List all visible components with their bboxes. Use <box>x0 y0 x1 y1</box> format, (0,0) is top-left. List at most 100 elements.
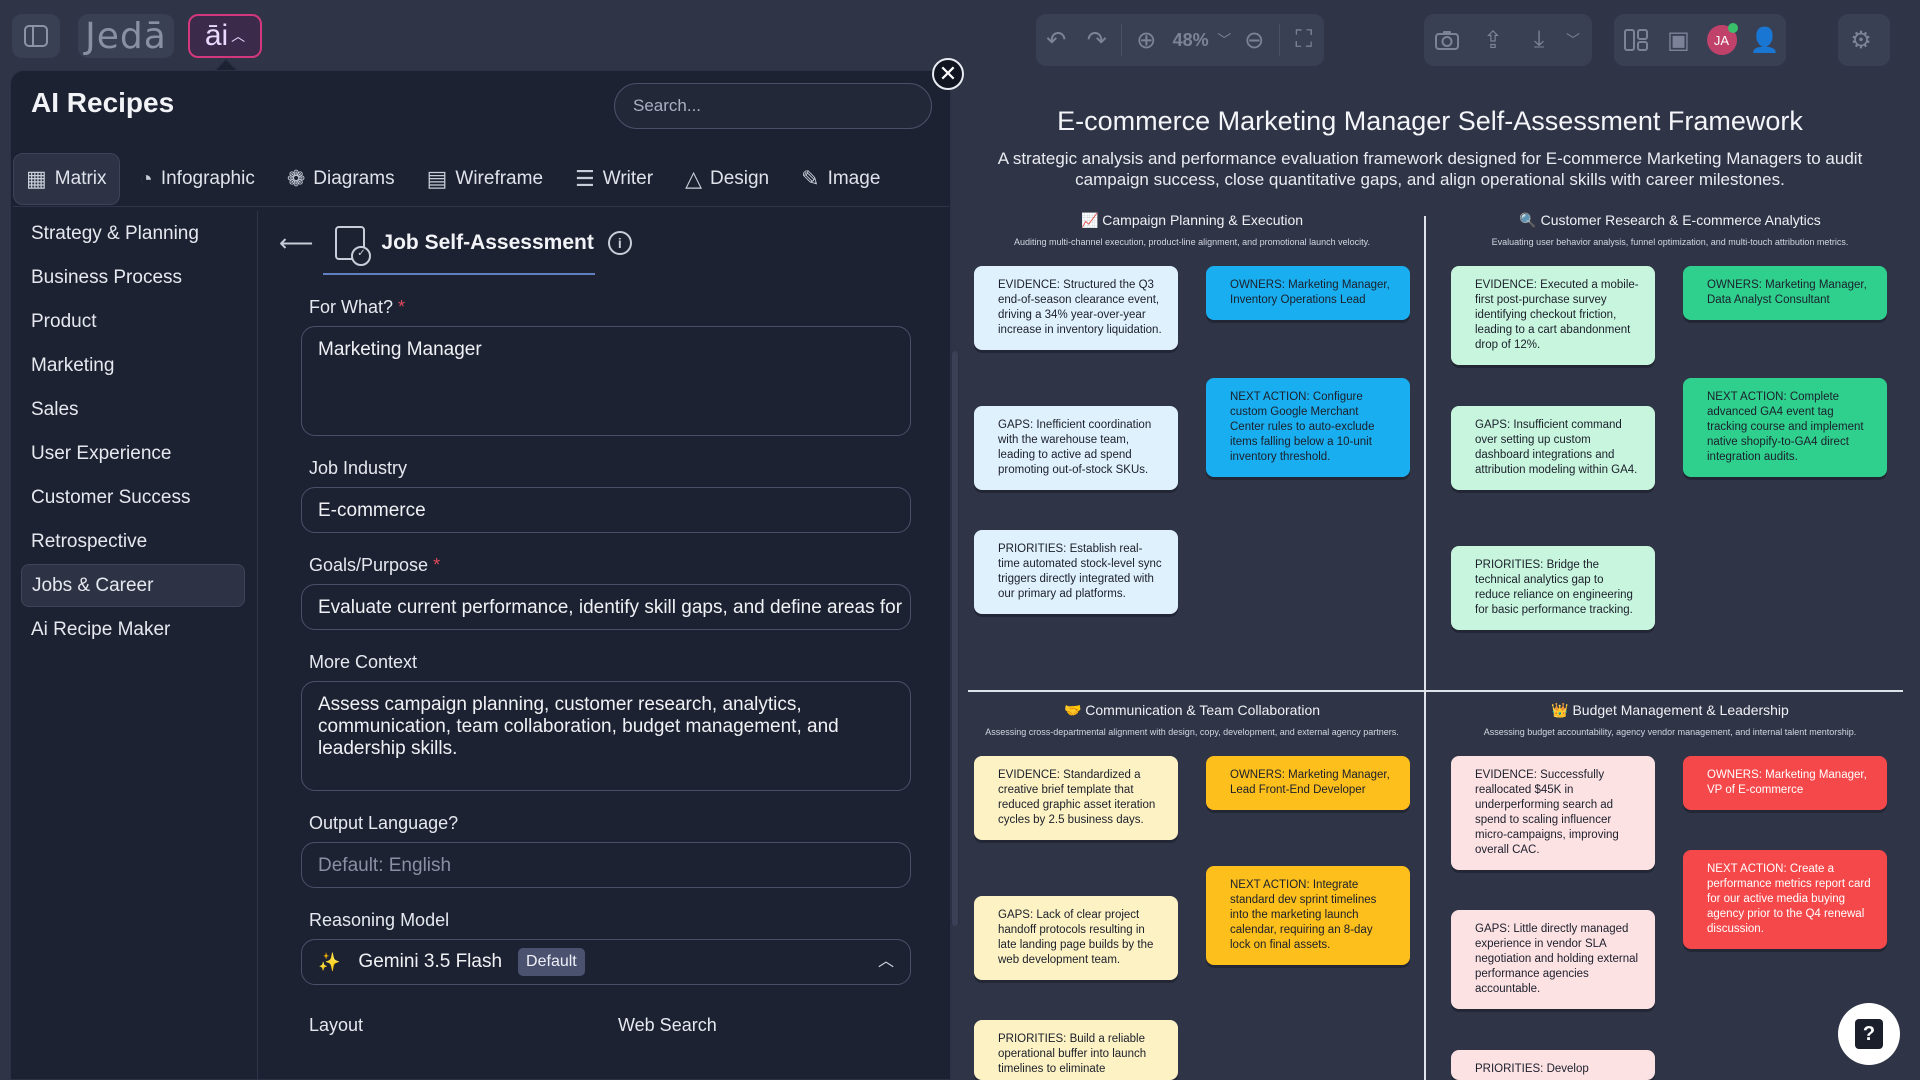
wireframe-icon: ▤ <box>426 165 448 191</box>
infographic-icon: ◔ <box>139 165 153 191</box>
sticky-note-priorities[interactable]: PRIORITIES: Build a reliable operational… <box>974 1020 1178 1080</box>
tab-infographic[interactable]: ◔ Infographic <box>128 153 267 205</box>
chevron-down-icon[interactable]: ﹀ <box>1215 17 1234 63</box>
tab-writer[interactable]: ☰ Writer <box>563 153 665 205</box>
job-industry-input[interactable]: E-commerce <box>301 487 911 533</box>
zoom-in-icon[interactable]: ⊕ <box>1126 17 1167 63</box>
quadrant-description: Assessing cross-departmental alignment w… <box>985 727 1399 737</box>
sidebar-toggle-icon[interactable] <box>12 14 60 58</box>
fit-screen-icon[interactable]: ⛶ <box>1283 17 1324 63</box>
goals-input[interactable]: Evaluate current performance, identify s… <box>301 584 911 630</box>
sticky-note-priorities[interactable]: PRIORITIES: Bridge the technical analyti… <box>1451 546 1655 630</box>
category-item[interactable]: User Experience <box>21 432 245 475</box>
undo-icon[interactable]: ↶ <box>1036 17 1077 63</box>
category-item[interactable]: Customer Success <box>21 476 245 519</box>
share-upload-icon[interactable]: ⇪ <box>1470 17 1516 63</box>
sparkle-icon: ✨ <box>318 952 341 972</box>
gear-icon[interactable]: ⚙ <box>1838 17 1884 63</box>
download-icon[interactable]: ⤓ <box>1516 17 1562 63</box>
view-collab-group: ▣ JA 👤 <box>1614 14 1786 66</box>
sticky-note-gaps[interactable]: GAPS: Lack of clear project handoff prot… <box>974 896 1178 980</box>
field-label: Output Language? <box>309 813 459 833</box>
tab-label: Infographic <box>160 167 255 189</box>
category-item-active[interactable]: Jobs & Career <box>21 564 245 607</box>
help-icon: ? <box>1855 1019 1883 1049</box>
category-item[interactable]: Marketing <box>21 344 245 387</box>
back-arrow-icon[interactable]: ⟵ <box>279 229 313 258</box>
quadrant-title: 🤝 Communication & Team Collaboration <box>1063 702 1321 718</box>
recipe-form: ⟵ Job Self-Assessment i For What? * Mark… <box>267 211 927 1080</box>
search-input[interactable] <box>614 83 932 129</box>
category-item[interactable]: Ai Recipe Maker <box>21 608 245 651</box>
matrix-icon: ▦ <box>26 165 47 191</box>
form-scrollbar[interactable] <box>951 351 959 926</box>
sticky-note-gaps[interactable]: GAPS: Insufficient command over setting … <box>1451 406 1655 490</box>
sticky-note-next-action[interactable]: NEXT ACTION: Complete advanced GA4 event… <box>1683 378 1887 477</box>
zoom-out-icon[interactable]: ⊖ <box>1234 17 1275 63</box>
for-what-textarea[interactable]: Marketing Manager <box>301 326 911 436</box>
sticky-note-next-action[interactable]: NEXT ACTION: Create a performance metric… <box>1683 850 1887 949</box>
divider <box>1121 24 1122 56</box>
sticky-note-evidence[interactable]: EVIDENCE: Standardized a creative brief … <box>974 756 1178 840</box>
form-header: ⟵ Job Self-Assessment i <box>267 211 927 275</box>
tab-label: Design <box>709 167 770 189</box>
quadrant-description: Evaluating user behavior analysis, funne… <box>1491 237 1849 247</box>
user-avatar[interactable]: JA <box>1700 17 1743 63</box>
close-icon[interactable]: ✕ <box>932 58 964 90</box>
field-label: Reasoning Model <box>309 910 450 930</box>
image-icon: ✎ <box>801 165 820 191</box>
framework-title: E-commerce Marketing Manager Self-Assess… <box>1057 106 1803 136</box>
reasoning-model-select[interactable]: ✨ Gemini 3.5 Flash Default ︿ <box>301 939 911 985</box>
redo-icon[interactable]: ↷ <box>1077 17 1118 63</box>
quadrant-header: 🔍 Customer Research & E-commerce Analyti… <box>1440 212 1900 247</box>
sticky-note-evidence[interactable]: EVIDENCE: Successfully reallocated $45K … <box>1451 756 1655 870</box>
sticky-note-next-action[interactable]: NEXT ACTION: Configure custom Google Mer… <box>1206 378 1410 477</box>
sticky-note-owners[interactable]: OWNERS: Marketing Manager, Data Analyst … <box>1683 266 1887 320</box>
layout-panels-icon[interactable] <box>1614 17 1657 63</box>
framework-canvas: E-commerce Marketing Manager Self-Assess… <box>960 90 1920 1080</box>
output-language-input[interactable]: Default: English <box>301 842 911 888</box>
sticky-note-evidence[interactable]: EVIDENCE: Structured the Q3 end-of-seaso… <box>974 266 1178 350</box>
sticky-note-next-action[interactable]: NEXT ACTION: Integrate standard dev spri… <box>1206 866 1410 965</box>
zoom-level[interactable]: 48% <box>1167 30 1215 51</box>
category-list: Strategy & Planning Business Process Pro… <box>13 211 253 652</box>
category-item[interactable]: Business Process <box>21 256 245 299</box>
sticky-note-priorities[interactable]: PRIORITIES: Develop <box>1451 1050 1655 1080</box>
sticky-note-priorities[interactable]: PRIORITIES: Establish real-time automate… <box>974 530 1178 614</box>
field-label: Goals/Purpose * <box>309 555 441 575</box>
tab-label: Wireframe <box>455 167 544 189</box>
image-gallery-icon[interactable]: ▣ <box>1657 17 1700 63</box>
design-icon: △ <box>685 165 702 191</box>
sticky-note-owners[interactable]: OWNERS: Marketing Manager, Lead Front-En… <box>1206 756 1410 810</box>
info-icon[interactable]: i <box>607 231 632 255</box>
tab-image[interactable]: ✎ Image <box>789 153 892 205</box>
sticky-note-gaps[interactable]: GAPS: Little directly managed experience… <box>1451 910 1655 1009</box>
divider <box>257 211 258 1080</box>
model-name: Gemini 3.5 Flash <box>358 951 503 972</box>
tab-diagrams[interactable]: ❁ Diagrams <box>275 153 407 205</box>
add-user-icon[interactable]: 👤 <box>1743 17 1786 63</box>
jeda-logo[interactable]: Jedā <box>78 14 174 58</box>
category-item[interactable]: Product <box>21 300 245 343</box>
category-item[interactable]: Strategy & Planning <box>21 212 245 255</box>
sticky-note-owners[interactable]: OWNERS: Marketing Manager, VP of E-comme… <box>1683 756 1887 810</box>
settings-group: ⚙ <box>1838 14 1890 66</box>
avatar: JA <box>1706 23 1738 55</box>
help-button[interactable]: ? <box>1838 1003 1900 1065</box>
chevron-down-icon[interactable]: ﹀ <box>1562 17 1584 63</box>
category-item[interactable]: Retrospective <box>21 520 245 563</box>
sticky-note-owners[interactable]: OWNERS: Marketing Manager, Inventory Ope… <box>1206 266 1410 320</box>
tab-label: Diagrams <box>313 167 395 189</box>
axis-vertical <box>1424 216 1426 1080</box>
camera-icon[interactable] <box>1424 17 1470 63</box>
category-item[interactable]: Sales <box>21 388 245 431</box>
sticky-note-gaps[interactable]: GAPS: Inefficient coordination with the … <box>974 406 1178 490</box>
more-context-textarea[interactable]: Assess campaign planning, customer resea… <box>301 681 911 791</box>
ai-recipes-toggle[interactable]: āi ︿ <box>188 14 262 58</box>
web-search-label: Web Search <box>618 1015 717 1035</box>
sticky-note-evidence[interactable]: EVIDENCE: Executed a mobile-first post-p… <box>1451 266 1655 365</box>
tab-wireframe[interactable]: ▤ Wireframe <box>415 153 555 205</box>
tab-design[interactable]: △ Design <box>673 153 781 205</box>
quadrant-title: 👑 Budget Management & Leadership <box>1551 702 1789 718</box>
tab-matrix[interactable]: ▦ Matrix <box>13 152 120 205</box>
